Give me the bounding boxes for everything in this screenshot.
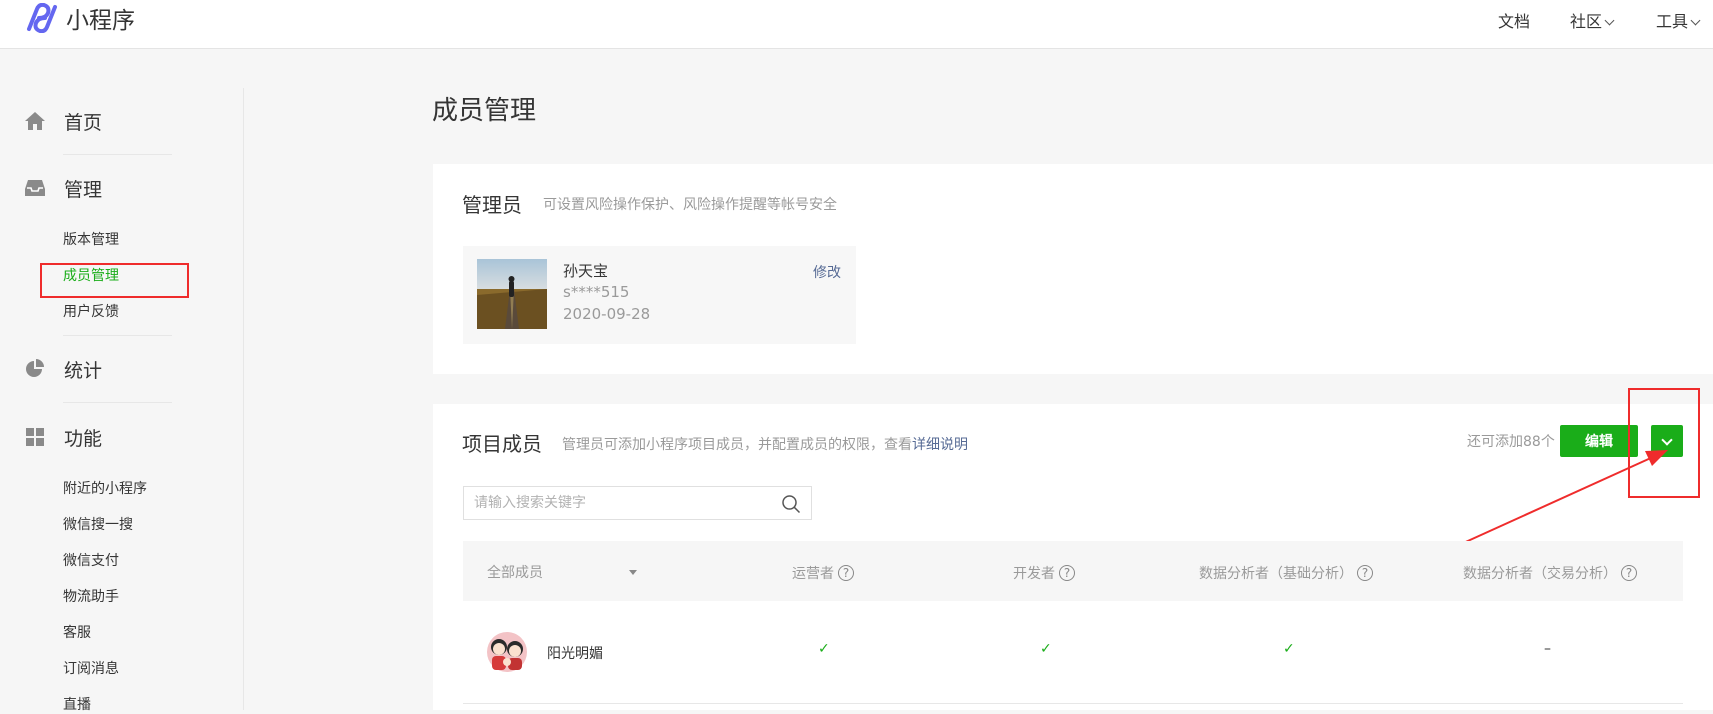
- admin-card-desc: 可设置风险操作保护、风险操作提醒等帐号安全: [543, 197, 837, 213]
- sidebar-item-manage[interactable]: 管理: [24, 175, 102, 201]
- filter-all-members[interactable]: 全部成员: [487, 562, 637, 582]
- column-operator-label: 运营者: [792, 566, 834, 582]
- sidebar-item-live[interactable]: 直播: [63, 694, 91, 714]
- home-icon: [25, 112, 45, 130]
- column-operator: 运营者?: [792, 563, 854, 583]
- column-analyst-trade: 数据分析者（交易分析）?: [1463, 563, 1637, 583]
- nav-tools[interactable]: 工具: [1656, 8, 1701, 32]
- miniprogram-logo-icon[interactable]: [26, 3, 58, 33]
- admin-card-title: 管理员: [462, 193, 522, 217]
- help-icon[interactable]: ?: [1357, 565, 1373, 581]
- divider: [63, 402, 172, 403]
- admin-id: s****515: [563, 283, 630, 301]
- sidebar-divider: [243, 88, 244, 710]
- admin-edit-link[interactable]: 修改: [813, 262, 841, 282]
- search-input[interactable]: [464, 487, 764, 519]
- detail-link[interactable]: 详细说明: [912, 437, 968, 453]
- edit-members-button[interactable]: 编辑: [1560, 425, 1638, 457]
- brand-title[interactable]: 小程序: [66, 1, 135, 35]
- help-icon[interactable]: ?: [1621, 565, 1637, 581]
- divider: [63, 335, 172, 336]
- member-avatar: [487, 632, 527, 672]
- pie-chart-icon: [26, 359, 44, 377]
- analyst-trade-dash: –: [1544, 641, 1551, 657]
- annotation-highlight-box: [1628, 388, 1700, 498]
- sidebar-item-customer-service[interactable]: 客服: [63, 622, 91, 642]
- members-card-desc: 管理员可添加小程序项目成员，并配置成员的权限，查看详细说明: [562, 434, 968, 454]
- nav-community-label: 社区: [1570, 12, 1603, 31]
- admin-date: 2020-09-28: [563, 305, 651, 323]
- page-title: 成员管理: [432, 96, 537, 126]
- sidebar-item-wechat-pay[interactable]: 微信支付: [63, 550, 119, 570]
- admin-name: 孙天宝: [563, 262, 609, 280]
- nav-community[interactable]: 社区: [1570, 8, 1615, 32]
- members-desc-text: 管理员可添加小程序项目成员，并配置成员的权限，查看: [562, 437, 912, 453]
- member-search-box[interactable]: [463, 486, 812, 520]
- help-icon[interactable]: ?: [838, 565, 854, 581]
- column-analyst-basic-label: 数据分析者（基础分析）: [1199, 566, 1353, 582]
- divider: [63, 154, 172, 155]
- column-all-members: 全部成员: [487, 565, 543, 581]
- analyst-basic-check-icon: ✓: [1283, 641, 1295, 657]
- grid-icon: [26, 428, 44, 446]
- quota-text: 还可添加88个: [1467, 434, 1555, 450]
- sidebar-item-stats-label: 统计: [64, 359, 103, 382]
- members-card-title: 项目成员: [462, 432, 542, 456]
- operator-check-icon: ✓: [818, 641, 830, 657]
- inbox-icon: [25, 180, 45, 196]
- caret-down-icon: [629, 569, 637, 575]
- column-developer: 开发者?: [1013, 563, 1075, 583]
- sidebar-item-nearby[interactable]: 附近的小程序: [63, 478, 147, 498]
- sidebar-item-manage-label: 管理: [64, 178, 103, 201]
- sidebar-item-stats[interactable]: 统计: [24, 356, 102, 382]
- chevron-down-icon: [1690, 15, 1701, 26]
- member-name: 阳光明媚: [547, 646, 603, 662]
- admin-avatar: [477, 259, 547, 329]
- sidebar-item-home-label: 首页: [64, 111, 103, 134]
- sidebar-item-wechat-search[interactable]: 微信搜一搜: [63, 514, 133, 534]
- annotation-highlight-box: [40, 263, 189, 298]
- help-icon[interactable]: ?: [1059, 565, 1075, 581]
- chevron-down-icon: [1604, 15, 1615, 26]
- search-icon[interactable]: [781, 494, 801, 514]
- table-row: [463, 603, 1683, 704]
- sidebar-item-features[interactable]: 功能: [24, 424, 102, 450]
- sidebar-item-subscribe-msg[interactable]: 订阅消息: [63, 658, 119, 678]
- top-bar: 小程序 文档 社区 工具: [0, 0, 1713, 49]
- sidebar-item-version[interactable]: 版本管理: [63, 229, 119, 249]
- sidebar-item-feedback[interactable]: 用户反馈: [63, 301, 119, 321]
- column-developer-label: 开发者: [1013, 566, 1055, 582]
- column-analyst-trade-label: 数据分析者（交易分析）: [1463, 566, 1617, 582]
- sidebar-item-home[interactable]: 首页: [24, 108, 102, 134]
- column-analyst-basic: 数据分析者（基础分析）?: [1199, 563, 1373, 583]
- sidebar-item-logistics[interactable]: 物流助手: [63, 586, 119, 606]
- nav-docs[interactable]: 文档: [1498, 8, 1530, 32]
- nav-docs-label: 文档: [1498, 12, 1531, 31]
- nav-tools-label: 工具: [1656, 12, 1689, 31]
- sidebar-item-features-label: 功能: [64, 427, 103, 450]
- developer-check-icon: ✓: [1040, 641, 1052, 657]
